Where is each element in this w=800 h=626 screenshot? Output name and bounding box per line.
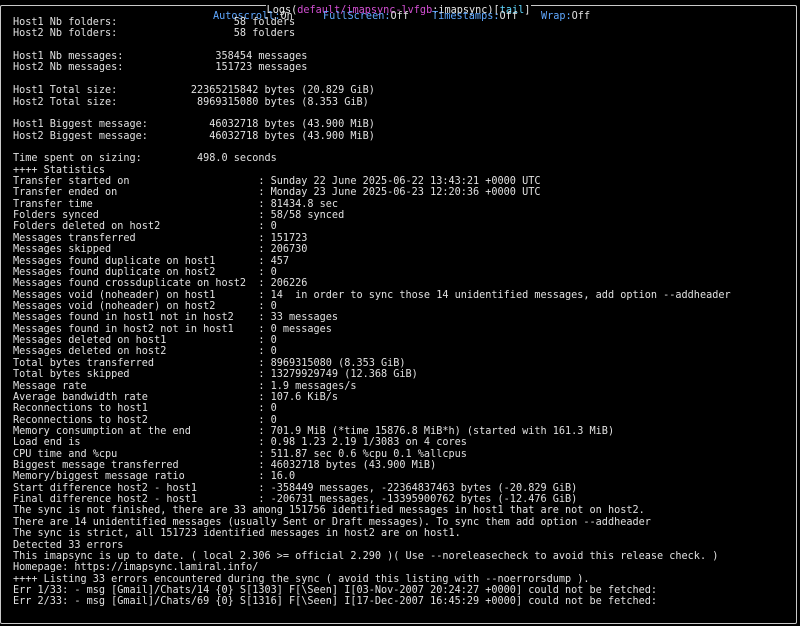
log-line: Transfer ended on : Monday 23 June 2025-… <box>13 187 541 199</box>
log-line: Message rate : 1.9 messages/s <box>13 380 357 392</box>
log-line: Messages void (noheader) on host2 : 0 <box>13 300 277 312</box>
log-line: Messages deleted on host1 : 0 <box>13 335 277 347</box>
log-line: Messages deleted on host2 : 0 <box>13 346 277 358</box>
log-line: Messages found in host2 not in host1 : 0… <box>13 323 332 335</box>
log-line: Messages found in host1 not in host2 : 3… <box>13 312 339 324</box>
log-line: Load end is : 0.98 1.23 2.19 1/3083 on 4… <box>13 437 467 449</box>
log-line: Messages transferred : 151723 <box>13 232 308 244</box>
log-line: Folders synced : 58/58 synced <box>13 210 345 222</box>
log-line: Err 2/33: - msg [Gmail]/Chats/69 {0} S[1… <box>13 596 658 608</box>
log-line: Detected 33 errors <box>13 539 124 551</box>
log-line: ++++ Statistics <box>13 164 106 176</box>
log-line: Total bytes skipped : 13279929749 (12.36… <box>13 369 418 381</box>
log-line: Biggest message transferred : 46032718 b… <box>13 460 437 472</box>
log-line: The sync is strict, all 151723 identifie… <box>13 528 461 540</box>
log-line: Host2 Nb folders: 58 folders <box>13 28 296 40</box>
log-line: ++++ Listing 33 errors encountered durin… <box>13 573 590 585</box>
log-line: Host2 Biggest message: 46032718 bytes (4… <box>13 130 375 142</box>
log-line: This imapsync is up to date. ( local 2.3… <box>13 550 719 562</box>
log-line: Transfer started on : Sunday 22 June 202… <box>13 176 541 188</box>
log-line: Host1 Nb messages: 358454 messages <box>13 51 308 63</box>
log-line: Host1 Nb folders: 58 folders <box>13 17 296 28</box>
log-line: There are 14 unidentified messages (usua… <box>13 516 651 528</box>
log-line: Start difference host2 - host1 : -358449… <box>13 482 578 494</box>
log-line: Memory/biggest message ratio : 16.0 <box>13 471 296 483</box>
log-line: Time spent on sizing: 498.0 seconds <box>13 153 277 165</box>
log-line: Final difference host2 - host1 : -206731… <box>13 494 578 506</box>
log-line: Reconnections to host2 : 0 <box>13 414 277 426</box>
log-line: Memory consumption at the end : 701.9 Mi… <box>13 425 615 437</box>
log-line: Messages void (noheader) on host1 : 14 i… <box>13 289 731 301</box>
log-line: Total bytes transferred : 8969315080 (8.… <box>13 357 406 369</box>
log-line: The sync is not finished, there are 33 a… <box>13 505 645 517</box>
log-line: Messages found duplicate on host2 : 0 <box>13 266 277 278</box>
log-line: Homepage: https://imapsync.lamiral.info/ <box>13 562 259 574</box>
log-line: Host1 Biggest message: 46032718 bytes (4… <box>13 119 375 131</box>
log-line: Messages skipped : 206730 <box>13 244 308 256</box>
log-line: Host1 Total size: 22365215842 bytes (20.… <box>13 85 375 97</box>
log-line: Reconnections to host1 : 0 <box>13 403 277 415</box>
log-line: Host2 Total size: 8969315080 bytes (8.35… <box>13 96 369 108</box>
log-output[interactable]: Host1 Nb folders: 58 folders Host2 Nb fol… <box>13 17 793 608</box>
log-line: Transfer time : 81434.8 sec <box>13 198 339 210</box>
log-line: Err 1/33: - msg [Gmail]/Chats/14 {0} S[1… <box>13 584 658 596</box>
log-line: CPU time and %cpu : 511.87 sec 0.6 %cpu … <box>13 448 467 460</box>
log-line: Host2 Nb messages: 151723 messages <box>13 62 308 74</box>
log-line: Average bandwidth rate : 107.6 KiB/s <box>13 391 339 403</box>
log-line: Messages found duplicate on host1 : 457 <box>13 255 290 267</box>
log-line: Folders deleted on host2 : 0 <box>13 221 277 233</box>
log-line: Messages found crossduplicate on host2 :… <box>13 278 308 290</box>
